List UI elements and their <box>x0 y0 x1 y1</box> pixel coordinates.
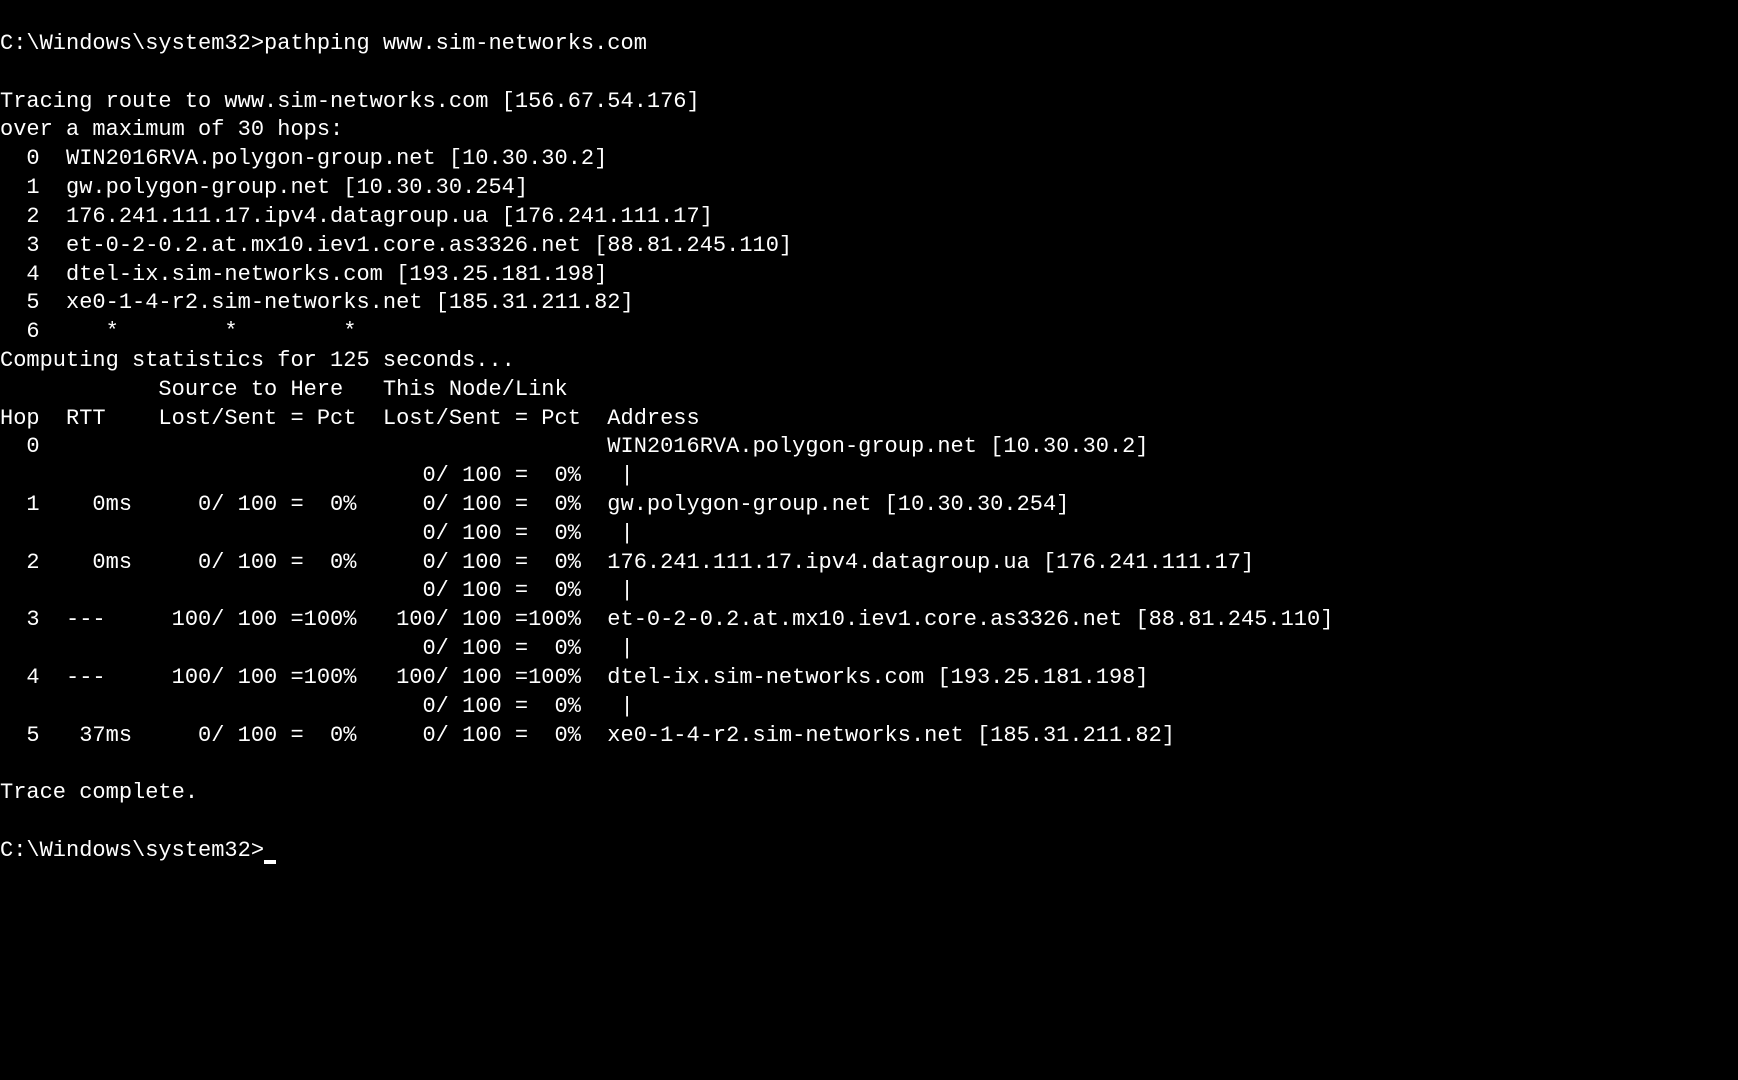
cursor-icon <box>264 860 276 864</box>
prompt-line-2: C:\Windows\system32> <box>0 838 264 863</box>
stats-header-2: Hop RTT Lost/Sent = Pct Lost/Sent = Pct … <box>0 406 700 431</box>
hop-3: 3 et-0-2-0.2.at.mx10.iev1.core.as3326.ne… <box>0 233 792 258</box>
computing-stats: Computing statistics for 125 seconds... <box>0 348 515 373</box>
hop-2: 2 176.241.111.17.ipv4.datagroup.ua [176.… <box>0 204 713 229</box>
hop-6: 6 * * * <box>0 319 356 344</box>
trace-header-1: Tracing route to www.sim-networks.com [1… <box>0 89 700 114</box>
stats-row-2: 2 0ms 0/ 100 = 0% 0/ 100 = 0% 176.241.11… <box>0 550 1254 575</box>
hop-0: 0 WIN2016RVA.polygon-group.net [10.30.30… <box>0 146 607 171</box>
trace-complete: Trace complete. <box>0 780 198 805</box>
trace-header-2: over a maximum of 30 hops: <box>0 117 343 142</box>
stats-link-4: 0/ 100 = 0% | <box>0 694 634 719</box>
stats-row-0: 0 WIN2016RVA.polygon-group.net [10.30.30… <box>0 434 1149 459</box>
stats-link-3: 0/ 100 = 0% | <box>0 636 634 661</box>
hop-4: 4 dtel-ix.sim-networks.com [193.25.181.1… <box>0 262 607 287</box>
terminal-output: C:\Windows\system32>pathping www.sim-net… <box>0 31 1333 863</box>
stats-link-0: 0/ 100 = 0% | <box>0 463 634 488</box>
hop-1: 1 gw.polygon-group.net [10.30.30.254] <box>0 175 528 200</box>
stats-header-1: Source to Here This Node/Link <box>0 377 568 402</box>
stats-link-2: 0/ 100 = 0% | <box>0 578 634 603</box>
prompt-line-1: C:\Windows\system32> <box>0 31 264 56</box>
command-input: pathping www.sim-networks.com <box>264 31 647 56</box>
stats-link-1: 0/ 100 = 0% | <box>0 521 634 546</box>
hop-5: 5 xe0-1-4-r2.sim-networks.net [185.31.21… <box>0 290 634 315</box>
stats-row-4: 4 --- 100/ 100 =100% 100/ 100 =100% dtel… <box>0 665 1149 690</box>
stats-row-5: 5 37ms 0/ 100 = 0% 0/ 100 = 0% xe0-1-4-r… <box>0 723 1175 748</box>
stats-row-1: 1 0ms 0/ 100 = 0% 0/ 100 = 0% gw.polygon… <box>0 492 1069 517</box>
stats-row-3: 3 --- 100/ 100 =100% 100/ 100 =100% et-0… <box>0 607 1333 632</box>
